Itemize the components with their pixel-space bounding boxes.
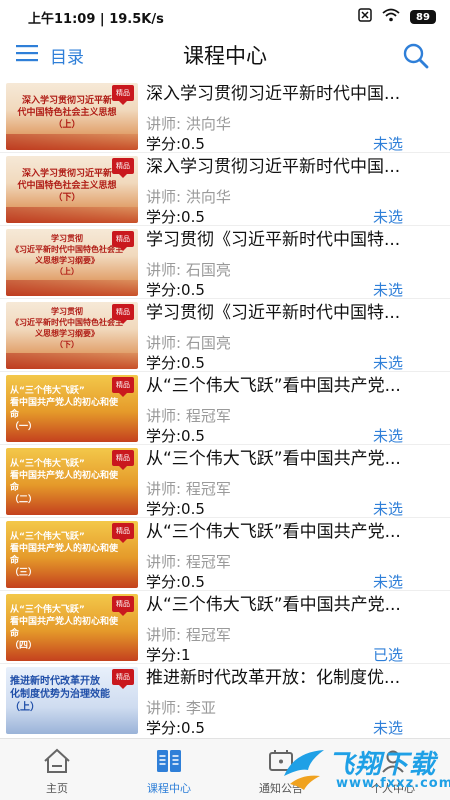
course-item[interactable]: 推进新时代改革开放 化制度优势为治理效能 （上） 精品 推进新时代改革开放：化制… (0, 664, 450, 736)
search-icon (403, 43, 429, 69)
course-teacher: 讲师: 程冠军 (146, 626, 231, 644)
course-title: 从“三个伟大飞跃”看中国共产党... (146, 376, 401, 396)
network-speed: 19.5K/s (109, 11, 164, 27)
course-select-status[interactable]: 未选 (373, 206, 403, 227)
premium-badge: 精品 (112, 669, 134, 689)
course-select-status[interactable]: 未选 (373, 498, 403, 519)
course-item[interactable]: 从“三个伟大飞跃” 看中国共产党人的初心和使命 （四） 精品 从“三个伟大飞跃”… (0, 591, 450, 664)
course-credit: 学分:0.5 (146, 427, 205, 445)
course-teacher: 讲师: 程冠军 (146, 407, 231, 425)
watermark-url: www.fxxz.com (336, 776, 450, 791)
nav-home-label: 主页 (46, 782, 68, 795)
course-credit: 学分:1 (146, 646, 191, 664)
watermark-logo: 飞翔下载 www.fxxz.com (280, 742, 450, 798)
course-thumbnail: 学习贯彻 《习近平新时代中国特色社会主义思想学习纲要》 （下） 精品 (6, 302, 138, 369)
course-teacher: 讲师: 李亚 (146, 699, 216, 717)
course-select-status[interactable]: 未选 (373, 279, 403, 300)
course-credit: 学分:0.5 (146, 500, 205, 518)
course-credit: 学分:0.5 (146, 208, 205, 226)
course-title: 从“三个伟大飞跃”看中国共产党... (146, 522, 401, 542)
course-item[interactable]: 从“三个伟大飞跃” 看中国共产党人的初心和使命 （一） 精品 从“三个伟大飞跃”… (0, 372, 450, 445)
course-title: 学习贯彻《习近平新时代中国特... (146, 303, 401, 323)
course-credit: 学分:0.5 (146, 719, 205, 736)
course-select-status[interactable]: 未选 (373, 133, 403, 154)
course-item[interactable]: 深入学习贯彻习近平新 代中国特色社会主义思想 （下） 精品 深入学习贯彻习近平新… (0, 153, 450, 226)
course-thumbnail: 从“三个伟大飞跃” 看中国共产党人的初心和使命 （四） 精品 (6, 594, 138, 661)
course-teacher: 讲师: 石国亮 (146, 261, 231, 279)
course-title: 推进新时代改革开放：化制度优... (146, 668, 401, 688)
course-title: 从“三个伟大飞跃”看中国共产党... (146, 449, 401, 469)
course-teacher: 讲师: 程冠军 (146, 480, 231, 498)
catalog-label: 目录 (50, 47, 84, 68)
course-item[interactable]: 从“三个伟大飞跃” 看中国共产党人的初心和使命 （三） 精品 从“三个伟大飞跃”… (0, 518, 450, 591)
premium-badge: 精品 (112, 231, 134, 251)
premium-badge: 精品 (112, 523, 134, 543)
catalog-menu-button[interactable]: 目录 (16, 40, 84, 70)
course-teacher: 讲师: 洪向华 (146, 115, 231, 133)
course-teacher: 讲师: 程冠军 (146, 553, 231, 571)
premium-badge: 精品 (112, 158, 134, 178)
course-credit: 学分:0.5 (146, 354, 205, 372)
premium-badge: 精品 (112, 85, 134, 105)
course-credit: 学分:0.5 (146, 573, 205, 591)
premium-badge: 精品 (112, 304, 134, 324)
menu-icon (16, 44, 38, 66)
course-thumbnail: 深入学习贯彻习近平新 代中国特色社会主义思想 （上） 精品 (6, 83, 138, 150)
course-title: 深入学习贯彻习近平新时代中国... (146, 84, 401, 104)
book-icon (154, 747, 184, 775)
course-teacher: 讲师: 石国亮 (146, 334, 231, 352)
course-item[interactable]: 深入学习贯彻习近平新 代中国特色社会主义思想 （上） 精品 深入学习贯彻习近平新… (0, 80, 450, 153)
course-credit: 学分:0.5 (146, 135, 205, 153)
course-thumbnail: 从“三个伟大飞跃” 看中国共产党人的初心和使命 （一） 精品 (6, 375, 138, 442)
wifi-icon (382, 8, 400, 26)
app-header: 目录 课程中心 (0, 34, 450, 76)
status-right: 89 (358, 8, 436, 26)
course-thumbnail: 从“三个伟大飞跃” 看中国共产党人的初心和使命 （三） 精品 (6, 521, 138, 588)
course-title: 学习贯彻《习近平新时代中国特... (146, 230, 401, 250)
course-thumbnail: 从“三个伟大飞跃” 看中国共产党人的初心和使命 （二） 精品 (6, 448, 138, 515)
nav-course-center-label: 课程中心 (147, 782, 191, 795)
status-time: 上午11:09 (28, 11, 96, 27)
search-button[interactable] (402, 42, 430, 70)
status-left: 上午11:09 | 19.5K/s (28, 11, 164, 27)
course-thumbnail: 学习贯彻 《习近平新时代中国特色社会主义思想学习纲要》 （上） 精品 (6, 229, 138, 296)
course-thumbnail: 深入学习贯彻习近平新 代中国特色社会主义思想 （下） 精品 (6, 156, 138, 223)
battery-icon: 89 (410, 10, 436, 24)
watermark-bird-icon (284, 750, 324, 790)
status-bar: 上午11:09 | 19.5K/s 89 (0, 0, 450, 34)
home-icon (42, 747, 72, 775)
course-credit: 学分:0.5 (146, 281, 205, 299)
nav-course-center[interactable]: 课程中心 (124, 739, 214, 800)
course-select-status[interactable]: 已选 (373, 644, 403, 665)
course-select-status[interactable]: 未选 (373, 425, 403, 446)
course-title: 深入学习贯彻习近平新时代中国... (146, 157, 401, 177)
course-thumbnail: 推进新时代改革开放 化制度优势为治理效能 （上） 精品 (6, 667, 138, 734)
course-title: 从“三个伟大飞跃”看中国共产党... (146, 595, 401, 615)
premium-badge: 精品 (112, 377, 134, 397)
course-item[interactable]: 学习贯彻 《习近平新时代中国特色社会主义思想学习纲要》 （上） 精品 学习贯彻《… (0, 226, 450, 299)
course-teacher: 讲师: 洪向华 (146, 188, 231, 206)
premium-badge: 精品 (112, 596, 134, 616)
course-select-status[interactable]: 未选 (373, 352, 403, 373)
no-sim-icon (358, 8, 372, 26)
course-item[interactable]: 从“三个伟大飞跃” 看中国共产党人的初心和使命 （二） 精品 从“三个伟大飞跃”… (0, 445, 450, 518)
premium-badge: 精品 (112, 450, 134, 470)
course-item[interactable]: 学习贯彻 《习近平新时代中国特色社会主义思想学习纲要》 （下） 精品 学习贯彻《… (0, 299, 450, 372)
course-select-status[interactable]: 未选 (373, 717, 403, 736)
course-list[interactable]: 深入学习贯彻习近平新 代中国特色社会主义思想 （上） 精品 深入学习贯彻习近平新… (0, 80, 450, 736)
nav-home[interactable]: 主页 (12, 739, 102, 800)
course-select-status[interactable]: 未选 (373, 571, 403, 592)
